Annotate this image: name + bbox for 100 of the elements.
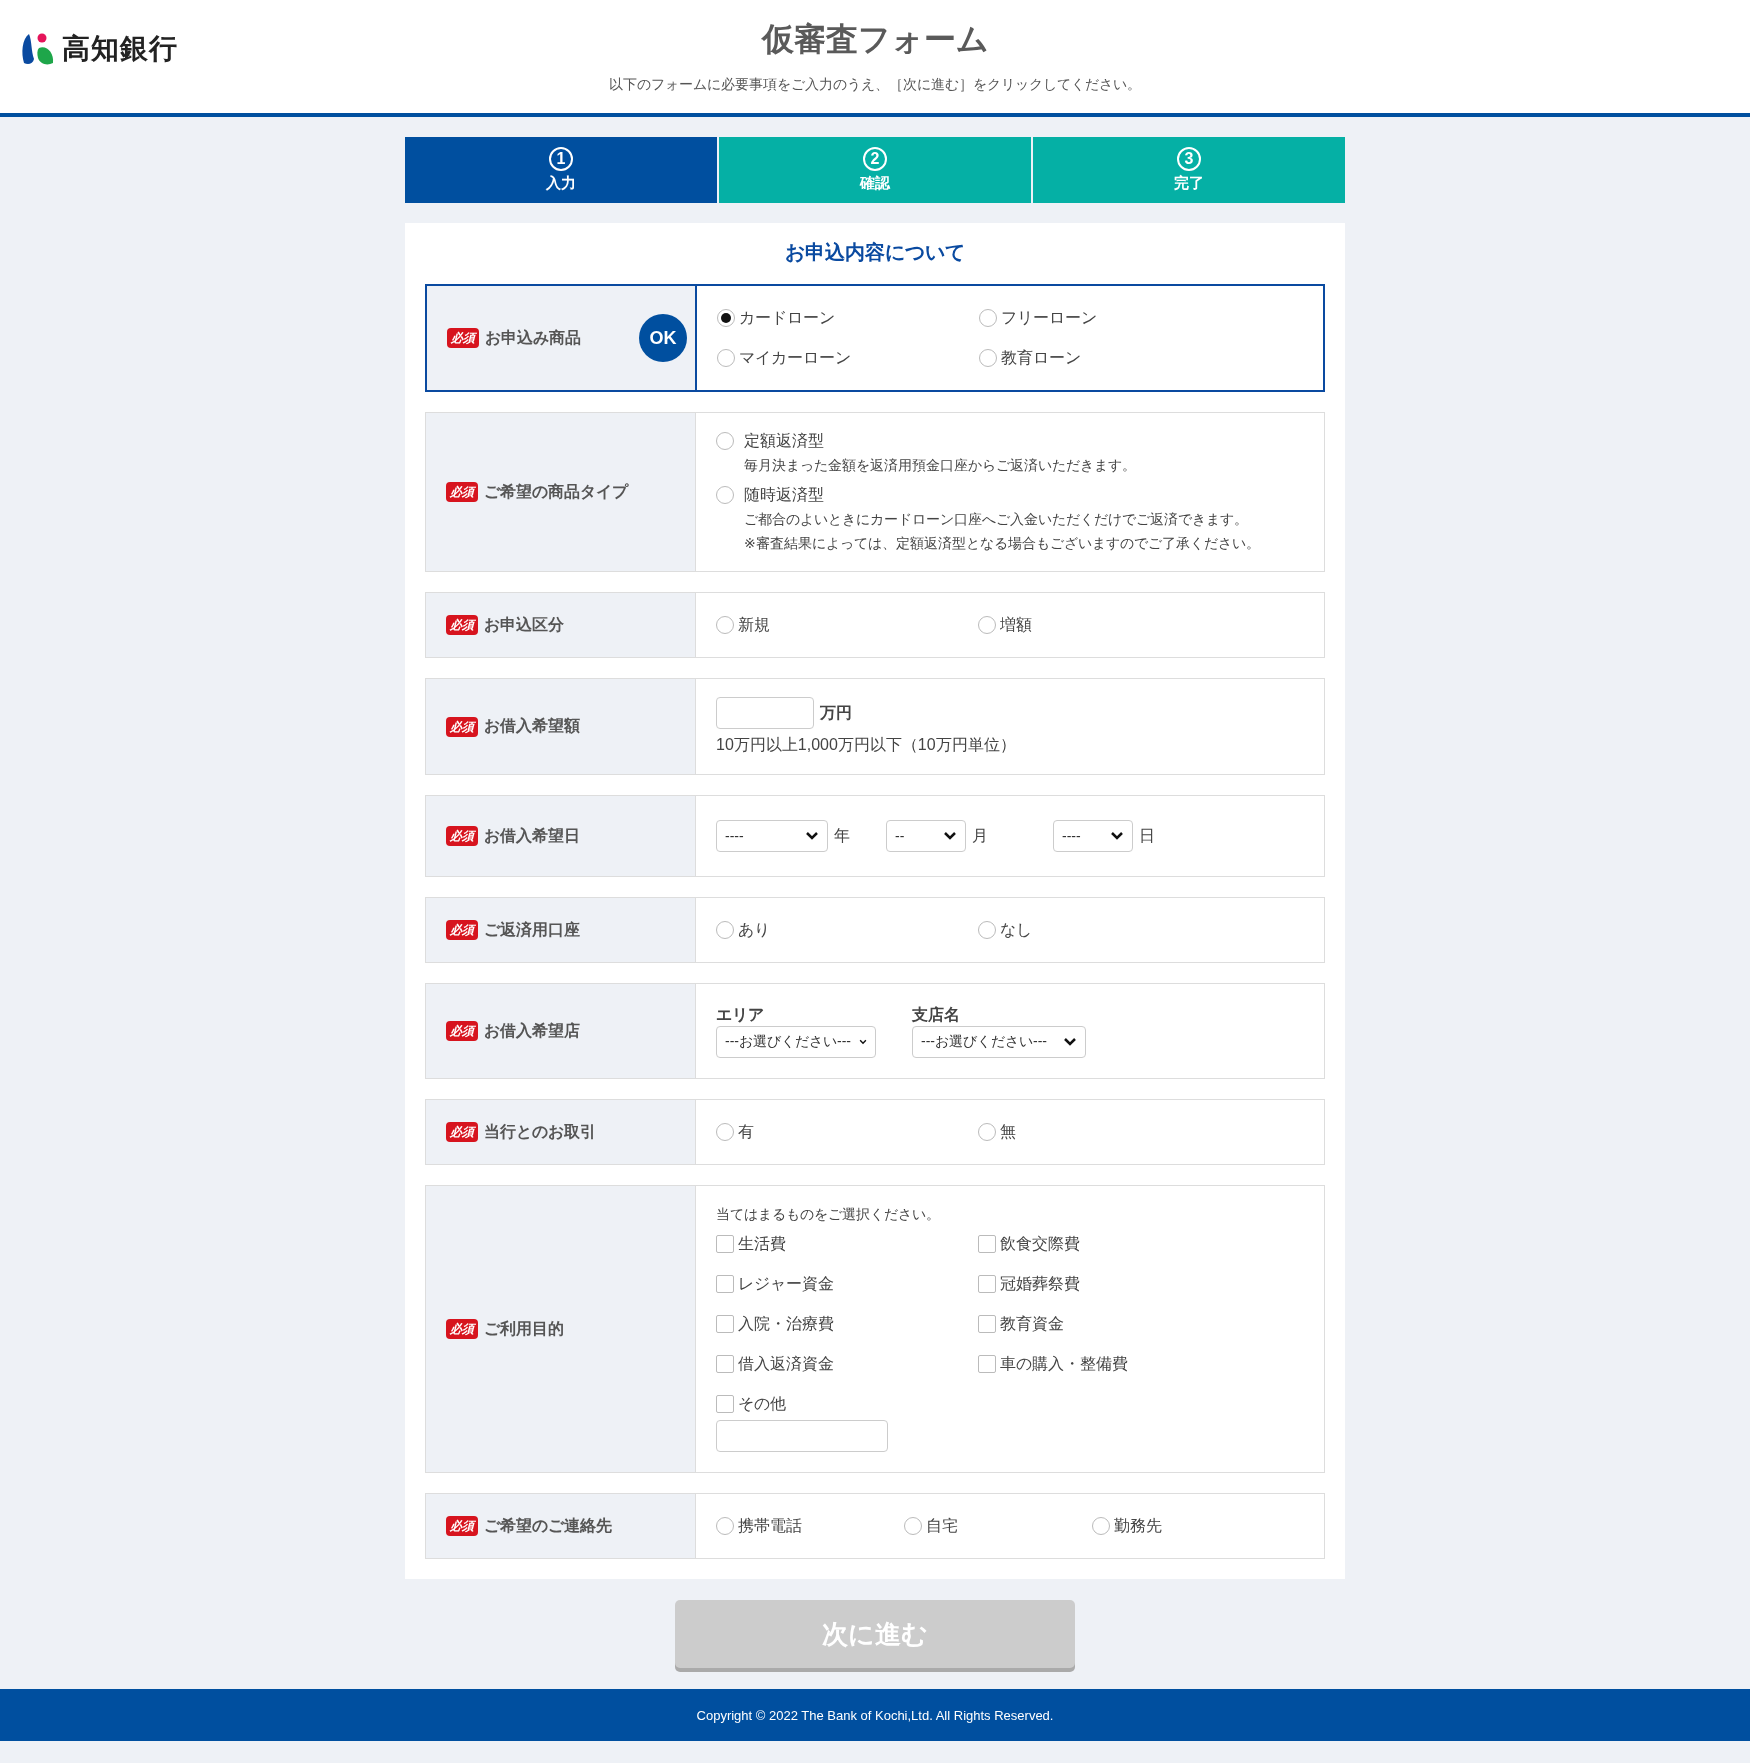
radio-label[interactable]: 無 xyxy=(1000,1120,1016,1144)
checkbox-instruction: 当てはまるものをご選択ください。 xyxy=(716,1206,941,1224)
radio-label[interactable]: 勤務先 xyxy=(1114,1514,1162,1538)
radio-button[interactable] xyxy=(904,1517,922,1535)
logo-icon xyxy=(20,31,56,67)
step-number: 1 xyxy=(549,147,573,171)
radio-label[interactable]: あり xyxy=(738,918,770,942)
radio-button[interactable] xyxy=(978,616,996,634)
field-label: お借入希望日 xyxy=(484,825,580,846)
radio-button[interactable] xyxy=(978,1123,996,1141)
radio-label[interactable]: マイカーローン xyxy=(739,346,851,370)
date-select[interactable]: -- xyxy=(886,820,966,852)
radio-label[interactable]: 教育ローン xyxy=(1001,346,1081,370)
required-badge: 必須 xyxy=(446,1319,478,1339)
caret-icon xyxy=(805,831,819,841)
checkbox-label[interactable]: レジャー資金 xyxy=(738,1272,834,1296)
amount-hint: 10万円以上1,000万円以下（10万円単位） xyxy=(716,735,1017,755)
required-badge: 必須 xyxy=(446,716,478,737)
checkbox[interactable] xyxy=(978,1355,996,1373)
radio-label[interactable]: 有 xyxy=(738,1120,754,1144)
caret-icon xyxy=(859,1037,867,1047)
caret-icon xyxy=(1063,1037,1077,1047)
required-badge: 必須 xyxy=(446,920,478,940)
checkbox[interactable] xyxy=(978,1235,996,1253)
branch-select[interactable]: ---お選びください--- xyxy=(716,1026,876,1058)
unit-label: 年 xyxy=(834,825,850,846)
option-description: ※審査結果によっては、定額返済型となる場合もございますのでご了承ください。 xyxy=(743,534,1261,553)
step-label: 入力 xyxy=(546,174,576,193)
radio-label[interactable]: 増額 xyxy=(1000,613,1032,637)
required-badge: 必須 xyxy=(446,615,478,635)
option-description: 毎月決まった金額を返済用預金口座からご返済いただきます。 xyxy=(743,456,1137,475)
radio-button[interactable] xyxy=(716,432,734,450)
field-label: 当行とのお取引 xyxy=(484,1121,596,1142)
checkbox-label[interactable]: 入院・治療費 xyxy=(738,1312,834,1336)
radio-button[interactable] xyxy=(716,1517,734,1535)
checkbox[interactable] xyxy=(716,1315,734,1333)
radio-button[interactable] xyxy=(979,349,997,367)
radio-button[interactable] xyxy=(716,1123,734,1141)
field-label: お申込み商品 xyxy=(485,327,581,348)
checkbox[interactable] xyxy=(716,1235,734,1253)
caret-icon xyxy=(943,831,957,841)
checkbox[interactable] xyxy=(978,1315,996,1333)
ok-badge: OK xyxy=(639,314,687,362)
checkbox-label[interactable]: その他 xyxy=(738,1392,786,1416)
caret-icon xyxy=(1110,831,1124,841)
step-number: 3 xyxy=(1177,147,1201,171)
radio-label[interactable]: 携帯電話 xyxy=(738,1514,802,1538)
branch-select[interactable]: ---お選びください--- xyxy=(912,1026,1086,1058)
radio-button[interactable] xyxy=(1092,1517,1110,1535)
field-label: ご希望の商品タイプ xyxy=(484,481,628,502)
other-text-field[interactable] xyxy=(716,1420,888,1452)
page-instruction: 以下のフォームに必要事項をご入力のうえ、［次に進む］をクリックしてください。 xyxy=(609,76,1141,94)
step-number: 2 xyxy=(863,147,887,171)
select-label: エリア xyxy=(716,1005,765,1025)
unit-label: 日 xyxy=(1139,825,1155,846)
option-description: ご都合のよいときにカードローン口座へご入金いただくだけでご返済できます。 xyxy=(743,510,1249,529)
step-tab[interactable]: 1 入力 xyxy=(405,137,717,203)
checkbox-label[interactable]: 飲食交際費 xyxy=(1000,1232,1080,1256)
checkbox-label[interactable]: 冠婚葬祭費 xyxy=(1000,1272,1080,1296)
radio-button[interactable] xyxy=(717,349,735,367)
step-label: 確認 xyxy=(860,174,890,193)
logo-text: 高知銀行 xyxy=(62,32,178,66)
date-select[interactable]: ---- xyxy=(716,820,828,852)
checkbox-label[interactable]: 生活費 xyxy=(738,1232,786,1256)
checkbox-label[interactable]: 教育資金 xyxy=(1000,1312,1064,1336)
required-badge: 必須 xyxy=(446,482,478,502)
field-label: お申込区分 xyxy=(484,614,564,635)
radio-button[interactable] xyxy=(717,309,735,327)
amount-field[interactable] xyxy=(716,697,814,729)
step-label: 完了 xyxy=(1174,174,1204,193)
checkbox-label[interactable]: 借入返済資金 xyxy=(738,1352,834,1376)
field-label: ご希望のご連絡先 xyxy=(484,1515,612,1536)
required-badge: 必須 xyxy=(446,1122,478,1142)
radio-label[interactable]: カードローン xyxy=(739,306,835,330)
checkbox[interactable] xyxy=(716,1395,734,1413)
radio-button[interactable] xyxy=(716,616,734,634)
radio-label[interactable]: 随時返済型 xyxy=(744,483,824,507)
section-title: お申込内容について xyxy=(784,240,966,265)
radio-button[interactable] xyxy=(978,921,996,939)
unit-label: 万円 xyxy=(820,702,852,723)
radio-button[interactable] xyxy=(716,486,734,504)
date-select[interactable]: ---- xyxy=(1053,820,1133,852)
required-badge: 必須 xyxy=(447,328,479,348)
radio-label[interactable]: フリーローン xyxy=(1001,306,1097,330)
radio-label[interactable]: なし xyxy=(1000,918,1032,942)
checkbox[interactable] xyxy=(716,1355,734,1373)
select-label: 支店名 xyxy=(912,1005,961,1025)
checkbox[interactable] xyxy=(716,1275,734,1293)
checkbox[interactable] xyxy=(978,1275,996,1293)
radio-label[interactable]: 新規 xyxy=(738,613,770,637)
radio-button[interactable] xyxy=(716,921,734,939)
radio-label[interactable]: 自宅 xyxy=(926,1514,958,1538)
field-label: お借入希望額 xyxy=(484,716,580,736)
field-label: ご利用目的 xyxy=(484,1318,564,1339)
field-label: お借入希望店 xyxy=(484,1020,580,1041)
radio-label[interactable]: 定額返済型 xyxy=(744,429,824,453)
field-label: ご返済用口座 xyxy=(484,919,580,940)
checkbox-label[interactable]: 車の購入・整備費 xyxy=(1000,1352,1128,1376)
copyright-text: Copyright © 2022 The Bank of Kochi,Ltd. All Rights Reserved. xyxy=(696,1707,1054,1723)
radio-button[interactable] xyxy=(979,309,997,327)
